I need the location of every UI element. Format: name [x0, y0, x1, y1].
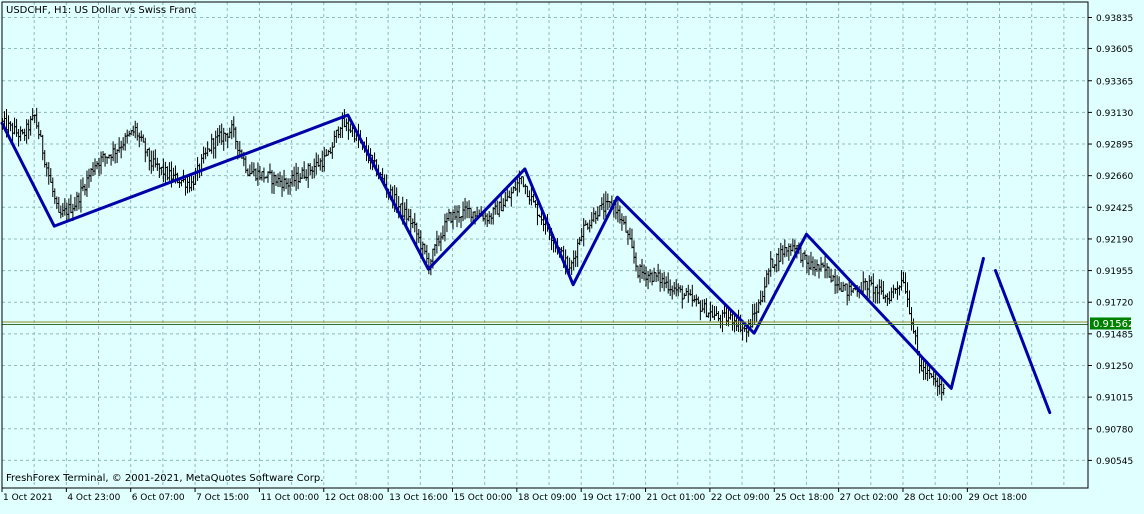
- x-tick-label: 28 Oct 10:00: [904, 493, 963, 503]
- y-tick-label: 0.91720: [1096, 299, 1133, 309]
- x-tick-label: 29 Oct 18:00: [968, 493, 1027, 503]
- y-tick-label: 0.92660: [1096, 172, 1133, 182]
- y-tick-label: 0.93130: [1096, 109, 1133, 119]
- x-tick-label: 15 Oct 00:00: [453, 493, 512, 503]
- x-tick-label: 22 Oct 09:00: [711, 493, 770, 503]
- x-tick-label: 7 Oct 15:00: [196, 493, 249, 503]
- x-tick-label: 4 Oct 23:00: [67, 493, 120, 503]
- x-tick-label: 1 Oct 2021: [3, 493, 53, 503]
- y-tick-label: 0.93365: [1096, 77, 1133, 87]
- y-tick-label: 0.92425: [1096, 204, 1133, 214]
- x-tick-label: 27 Oct 02:00: [840, 493, 899, 503]
- chart-root: 0.93835 0.93605 0.93365 0.93130 0.92895 0.926…: [0, 0, 1144, 509]
- chart-canvas[interactable]: 0.93835 0.93605 0.93365 0.93130 0.92895 0.926…: [0, 0, 1144, 509]
- x-tick-label: 21 Oct 01:00: [647, 493, 706, 503]
- x-tick-label: 19 Oct 17:00: [582, 493, 641, 503]
- y-tick-label: 0.91015: [1096, 394, 1133, 404]
- y-tick-label: 0.90780: [1096, 425, 1133, 435]
- y-tick-label: 0.92895: [1096, 141, 1133, 151]
- y-tick-label: 0.93835: [1096, 14, 1133, 24]
- symbol-header: USDCHF, H1: US Dollar vs Swiss Franc: [6, 5, 196, 16]
- x-tick-label: 12 Oct 08:00: [325, 493, 384, 503]
- y-tick-label: 0.92190: [1096, 235, 1133, 245]
- current-price-label-text: 0.91562: [1093, 319, 1134, 330]
- x-tick-label: 25 Oct 18:00: [775, 493, 834, 503]
- x-tick-label: 13 Oct 16:00: [389, 493, 448, 503]
- y-tick-label: 0.91485: [1096, 330, 1133, 340]
- current-price-label: 0.91562: [1090, 317, 1134, 330]
- x-tick-label: 18 Oct 09:00: [518, 493, 577, 503]
- y-tick-label: 0.91250: [1096, 362, 1133, 372]
- x-tick-label: 6 Oct 07:00: [132, 493, 185, 503]
- copyright-text: FreshForex Terminal, © 2001-2021, MetaQu…: [6, 473, 323, 484]
- plot-background: [0, 0, 1144, 509]
- y-tick-label: 0.90545: [1096, 457, 1133, 467]
- y-tick-label: 0.93605: [1096, 45, 1133, 55]
- y-tick-label: 0.91955: [1096, 267, 1133, 277]
- x-tick-label: 11 Oct 00:00: [260, 493, 319, 503]
